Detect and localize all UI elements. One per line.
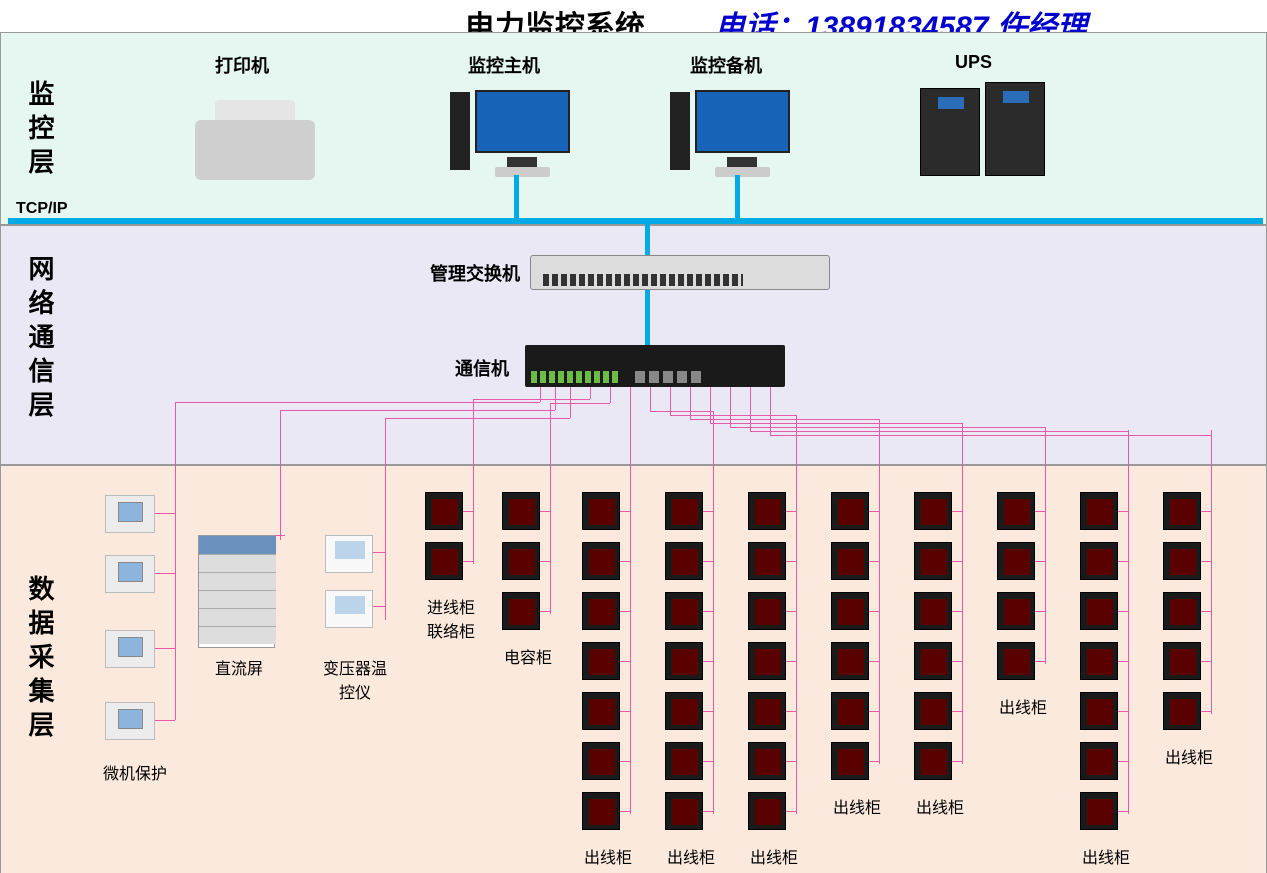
meter-icon: [748, 642, 786, 680]
tempctrl-icon: [325, 535, 373, 573]
meter-icon: [1080, 692, 1118, 730]
meter-col-label: 出线柜: [744, 844, 804, 868]
meter-icon: [1080, 642, 1118, 680]
meter-icon: [665, 592, 703, 630]
meter-icon: [502, 592, 540, 630]
link-to-switch: [645, 222, 650, 258]
meter-icon: [665, 642, 703, 680]
meter-icon: [1080, 742, 1118, 780]
meter-icon: [914, 742, 952, 780]
switch-label: 管理交换机: [430, 260, 520, 286]
meter-icon: [748, 692, 786, 730]
comm-label: 通信机: [455, 355, 509, 381]
meter-icon: [665, 542, 703, 580]
ups-label: UPS: [955, 52, 992, 73]
comm-icon: [525, 345, 785, 387]
meter-icon: [582, 792, 620, 830]
meter-icon: [748, 742, 786, 780]
switch-icon: [530, 255, 830, 290]
monitor-layer-label: 监控层: [22, 80, 59, 182]
meter-icon: [502, 542, 540, 580]
link-main: [514, 175, 519, 220]
meter-icon: [831, 692, 869, 730]
dc-cabinet-icon: [198, 535, 275, 648]
meter-icon: [665, 792, 703, 830]
meter-icon: [1080, 792, 1118, 830]
meter-icon: [582, 542, 620, 580]
meter-icon: [748, 542, 786, 580]
meter-col-label: 出线柜: [661, 844, 721, 868]
meter-col-label: 进线柜联络柜: [421, 594, 481, 642]
meter-icon: [582, 692, 620, 730]
meter-icon: [914, 592, 952, 630]
tempctrl-icon-2: [325, 590, 373, 628]
printer-label: 打印机: [215, 52, 269, 78]
meter-icon: [997, 592, 1035, 630]
meter-icon: [997, 542, 1035, 580]
relay-icon: [105, 702, 155, 740]
relay-icon: [105, 555, 155, 593]
meter-col-label: 出线柜: [1159, 744, 1219, 768]
host-backup-label: 监控备机: [690, 52, 762, 78]
meter-icon: [425, 492, 463, 530]
meter-col-label: 电容柜: [498, 644, 558, 668]
meter-icon: [582, 592, 620, 630]
meter-icon: [582, 492, 620, 530]
meter-icon: [914, 492, 952, 530]
meter-col-label: 出线柜: [1076, 844, 1136, 868]
host-backup-icon: [680, 90, 790, 175]
host-main-icon: [460, 90, 570, 175]
tcp-bus: [8, 218, 1263, 224]
monitor-layer: [0, 32, 1267, 225]
meter-icon: [1080, 542, 1118, 580]
meter-icon: [914, 642, 952, 680]
meter-icon: [748, 592, 786, 630]
meter-icon: [502, 492, 540, 530]
temp-label: 变压器温控仪: [320, 655, 390, 703]
meter-icon: [425, 542, 463, 580]
protocol-label: TCP/IP: [16, 200, 68, 218]
data-layer-label: 数据采集层: [22, 575, 59, 745]
meter-icon: [831, 642, 869, 680]
meter-icon: [748, 492, 786, 530]
meter-icon: [831, 542, 869, 580]
printer-icon: [195, 100, 315, 180]
host-main-label: 监控主机: [468, 52, 540, 78]
meter-icon: [582, 742, 620, 780]
link-backup: [735, 175, 740, 220]
meter-icon: [665, 692, 703, 730]
meter-icon: [665, 492, 703, 530]
ups-icon: [920, 88, 980, 176]
meter-icon: [997, 642, 1035, 680]
meter-icon: [582, 642, 620, 680]
meter-col-label: 出线柜: [827, 794, 887, 818]
meter-col-label: 出线柜: [993, 694, 1053, 718]
meter-icon: [1163, 542, 1201, 580]
meter-icon: [831, 492, 869, 530]
network-layer-label: 网络通信层: [22, 255, 59, 425]
meter-icon: [997, 492, 1035, 530]
meter-icon: [914, 542, 952, 580]
meter-icon: [831, 592, 869, 630]
link-switch-comm: [645, 290, 650, 348]
meter-icon: [748, 792, 786, 830]
meter-icon: [1080, 592, 1118, 630]
meter-icon: [914, 692, 952, 730]
relay-icon: [105, 630, 155, 668]
relay-icon: [105, 495, 155, 533]
meter-col-label: 出线柜: [578, 844, 638, 868]
meter-icon: [1163, 492, 1201, 530]
meter-icon: [831, 742, 869, 780]
dc-label: 直流屏: [215, 655, 263, 679]
meter-icon: [1163, 642, 1201, 680]
meter-icon: [1080, 492, 1118, 530]
meter-icon: [1163, 692, 1201, 730]
data-layer: [0, 465, 1267, 873]
meter-col-label: 出线柜: [910, 794, 970, 818]
meter-icon: [1163, 592, 1201, 630]
relay-label: 微机保护: [103, 760, 167, 784]
ups-icon-2: [985, 82, 1045, 176]
meter-icon: [665, 742, 703, 780]
